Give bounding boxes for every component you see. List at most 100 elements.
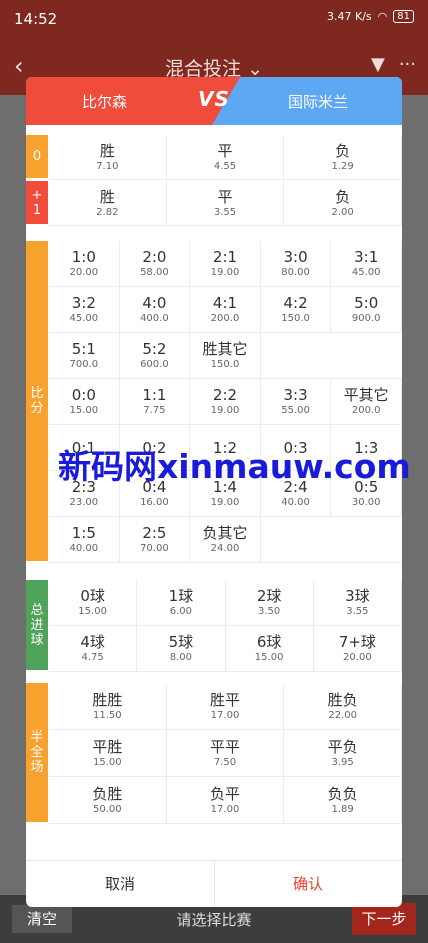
odds-option[interactable]: 平胜 15.00 (49, 730, 167, 777)
option-name: 胜 (99, 141, 115, 160)
odds-option[interactable]: 平平 7.50 (166, 730, 285, 777)
odds-option[interactable]: 平 3.55 (166, 181, 285, 226)
option-name: 4:2 (283, 294, 308, 312)
odds-option[interactable]: 5:0 900.0 (331, 287, 402, 333)
odds-option[interactable]: 0:0 15.00 (49, 379, 120, 425)
option-name: 1:5 (71, 524, 96, 542)
odds-option[interactable]: 5:2 600.0 (119, 333, 191, 379)
option-name: 2球 (256, 587, 282, 605)
odds-option[interactable]: 6球 15.00 (225, 626, 314, 672)
odds-grid: 胜胜 11.50 胜平 17.00 胜负 22.00 平胜 15.00 平平 7.50 平负 3.95… (49, 683, 402, 824)
battery-icon: 81 (393, 10, 414, 23)
section-total-goals: 总进球 0球 15.00 1球 6.00 2球 3.50 3球 3.55 4球 4.75 5球 8.00… (26, 580, 402, 672)
odds-option[interactable]: 4:0 400.0 (119, 287, 191, 333)
option-odds: 24.00 (210, 543, 240, 554)
odds-option[interactable]: 平负 3.95 (284, 730, 402, 777)
option-odds: 80.00 (281, 267, 310, 278)
odds-option[interactable]: 1:1 7.75 (119, 379, 191, 425)
odds-option[interactable]: 5球 8.00 (137, 626, 226, 672)
modal-footer: 取消 确认 (26, 860, 402, 907)
option-name: 平负 (327, 737, 358, 756)
option-name: 胜平 (209, 690, 240, 709)
option-name: 4:1 (212, 294, 238, 312)
option-name: 3:0 (283, 248, 308, 266)
option-odds: 2.00 (331, 206, 354, 218)
option-odds: 3.50 (257, 606, 281, 617)
odds-option[interactable]: 2:1 19.00 (190, 241, 261, 287)
option-name: 负 (335, 187, 351, 206)
option-name: 6球 (256, 633, 282, 651)
option-name: 1:1 (142, 386, 167, 404)
odds-option[interactable]: 4:1 200.0 (190, 287, 261, 333)
odds-option[interactable]: 负 2.00 (284, 181, 402, 226)
odds-option[interactable]: 胜胜 11.50 (49, 683, 167, 730)
option-name: 平平 (209, 737, 240, 756)
next-step-button[interactable]: 下一步 (352, 903, 416, 935)
odds-option[interactable]: 胜其它 150.0 (190, 333, 261, 379)
odds-grid: 0球 15.00 1球 6.00 2球 3.50 3球 3.55 4球 4.75 5球 8.00 6球 1… (49, 580, 402, 672)
option-name: 1:0 (71, 248, 96, 266)
option-odds: 150.0 (210, 359, 240, 370)
odds-option[interactable]: 负平 17.00 (166, 777, 285, 824)
odds-option[interactable]: 负 1.29 (284, 135, 402, 180)
odds-option[interactable]: 3:2 45.00 (49, 287, 120, 333)
option-name: 胜负 (327, 690, 358, 709)
odds-option[interactable]: 3球 3.55 (313, 580, 402, 626)
option-name: 负 (335, 141, 351, 160)
odds-option[interactable]: 2:0 58.00 (119, 241, 191, 287)
option-name: 负平 (209, 784, 240, 803)
odds-option[interactable]: 4:2 150.0 (260, 287, 332, 333)
odds-option[interactable]: 胜 7.10 (49, 135, 167, 180)
odds-option[interactable]: 平其它 200.0 (331, 379, 402, 425)
odds-option[interactable]: 负负 1.89 (284, 777, 402, 824)
odds-option[interactable]: 1:5 40.00 (49, 517, 120, 563)
option-name: 3球 (345, 587, 370, 605)
option-name: 5:0 (354, 294, 379, 312)
odds-option[interactable]: 平 4.55 (166, 135, 285, 180)
wifi-icon: ◠ (377, 10, 388, 23)
empty-cell (260, 517, 332, 563)
odds-option[interactable]: 负胜 50.00 (49, 777, 167, 824)
option-name: 3:1 (354, 248, 379, 266)
odds-option[interactable]: 2:5 70.00 (119, 517, 191, 563)
odds-option[interactable]: 4球 4.75 (49, 626, 138, 672)
option-name: 平其它 (343, 386, 389, 404)
filter-icon[interactable]: ▼ (371, 54, 385, 75)
odds-option[interactable]: 2球 3.50 (225, 580, 314, 626)
confirm-button[interactable]: 确认 (214, 861, 402, 907)
option-odds: 400.0 (140, 313, 169, 324)
odds-option[interactable]: 3:1 45.00 (331, 241, 402, 287)
option-odds: 16.00 (140, 497, 169, 508)
odds-option[interactable]: 负其它 24.00 (190, 517, 261, 563)
odds-option[interactable]: 0球 15.00 (49, 580, 138, 626)
option-odds: 17.00 (210, 709, 240, 721)
odds-option[interactable]: 3:3 55.00 (260, 379, 332, 425)
option-odds: 19.00 (210, 405, 240, 416)
more-icon[interactable]: ··· (399, 54, 416, 75)
option-odds: 19.00 (210, 497, 240, 508)
option-odds: 30.00 (351, 497, 381, 508)
odds-option[interactable]: 胜 2.82 (49, 181, 167, 226)
option-odds: 4.55 (213, 160, 237, 172)
option-name: 胜 (99, 187, 115, 206)
status-bar: 14:52 3.47 K/s ◠ 81 (0, 0, 428, 40)
option-name: 2:0 (142, 248, 167, 266)
odds-option[interactable]: 5:1 700.0 (49, 333, 120, 379)
option-odds: 15.00 (93, 756, 122, 768)
odds-option[interactable]: 胜负 22.00 (284, 683, 402, 730)
odds-option[interactable]: 1:0 20.00 (49, 241, 120, 287)
option-odds: 70.00 (140, 543, 169, 554)
section-label: 半全场 (26, 683, 48, 822)
away-team-name: 国际米兰 (288, 93, 349, 111)
odds-option[interactable]: 1球 6.00 (137, 580, 226, 626)
odds-option[interactable]: 7+球 20.00 (313, 626, 402, 672)
option-name: 3:2 (71, 294, 96, 312)
option-odds: 50.00 (93, 803, 122, 815)
option-odds: 19.00 (210, 267, 240, 278)
cancel-button[interactable]: 取消 (26, 861, 215, 907)
odds-option[interactable]: 2:2 19.00 (190, 379, 261, 425)
odds-option[interactable]: 胜平 17.00 (166, 683, 285, 730)
option-odds: 7.10 (96, 160, 119, 172)
watermark-text: 新码网xinmauw.com (58, 447, 411, 486)
odds-option[interactable]: 3:0 80.00 (260, 241, 332, 287)
